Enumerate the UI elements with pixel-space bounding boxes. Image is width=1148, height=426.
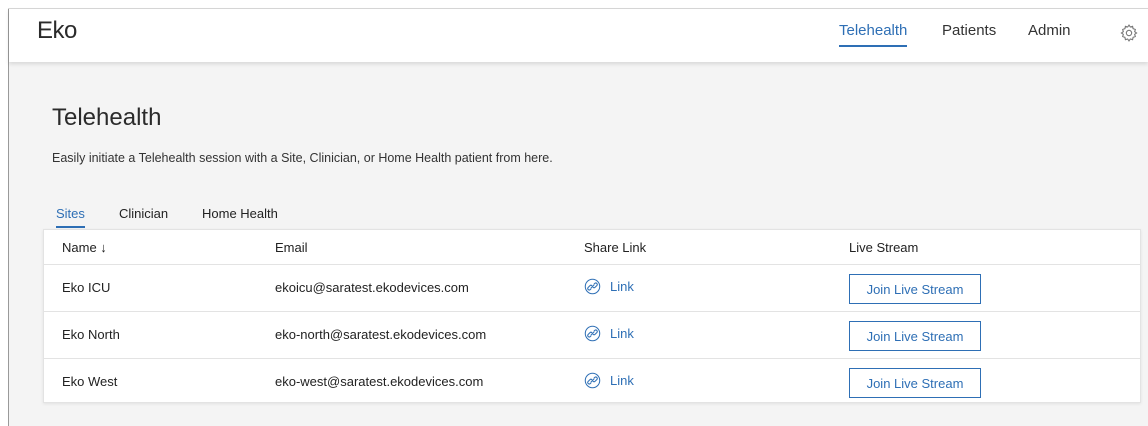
site-email: eko-west@saratest.ekodevices.com — [275, 374, 484, 389]
nav-patients[interactable]: Patients — [942, 22, 996, 45]
link-icon — [584, 325, 601, 342]
table-header: Name ↓ Email Share Link Live Stream — [44, 230, 1140, 265]
top-navbar: Eko Telehealth Patients Admin — [9, 9, 1148, 62]
site-email: eko-north@saratest.ekodevices.com — [275, 327, 487, 342]
nav-admin[interactable]: Admin — [1028, 22, 1071, 45]
link-icon — [584, 372, 601, 389]
table-row: Eko North eko-north@saratest.ekodevices.… — [44, 312, 1140, 359]
column-header-email: Email — [275, 240, 308, 255]
join-live-stream-button[interactable]: Join Live Stream — [849, 321, 981, 351]
nav-telehealth[interactable]: Telehealth — [839, 22, 908, 47]
table-row: Eko West eko-west@saratest.ekodevices.co… — [44, 359, 1140, 406]
column-header-name[interactable]: Name ↓ — [62, 240, 107, 255]
site-name: Eko North — [62, 327, 120, 342]
link-icon — [584, 278, 601, 295]
column-header-live-stream: Live Stream — [849, 240, 919, 255]
site-name: Eko West — [62, 374, 118, 389]
site-email: ekoicu@saratest.ekodevices.com — [275, 280, 469, 295]
share-link[interactable]: Link — [584, 325, 634, 342]
table-row: Eko ICU ekoicu@saratest.ekodevices.com L… — [44, 265, 1140, 312]
join-live-stream-button[interactable]: Join Live Stream — [849, 368, 981, 398]
share-link-label[interactable]: Link — [610, 326, 634, 341]
site-name: Eko ICU — [62, 280, 111, 295]
share-link-label[interactable]: Link — [610, 279, 634, 294]
tab-home-health[interactable]: Home Health — [202, 206, 278, 226]
join-live-stream-button[interactable]: Join Live Stream — [849, 274, 981, 304]
page-title: Telehealth — [52, 104, 162, 131]
app-logo[interactable]: Eko — [37, 17, 77, 45]
share-link-label[interactable]: Link — [610, 373, 634, 388]
gear-icon[interactable] — [1119, 23, 1139, 43]
page-subtitle: Easily initiate a Telehealth session wit… — [52, 151, 553, 165]
column-header-share-link: Share Link — [584, 240, 647, 255]
sites-table: Name ↓ Email Share Link Live Stream Eko … — [43, 229, 1141, 403]
share-link[interactable]: Link — [584, 278, 634, 295]
tab-sites[interactable]: Sites — [56, 206, 85, 228]
share-link[interactable]: Link — [584, 372, 634, 389]
tab-clinician[interactable]: Clinician — [119, 206, 168, 226]
